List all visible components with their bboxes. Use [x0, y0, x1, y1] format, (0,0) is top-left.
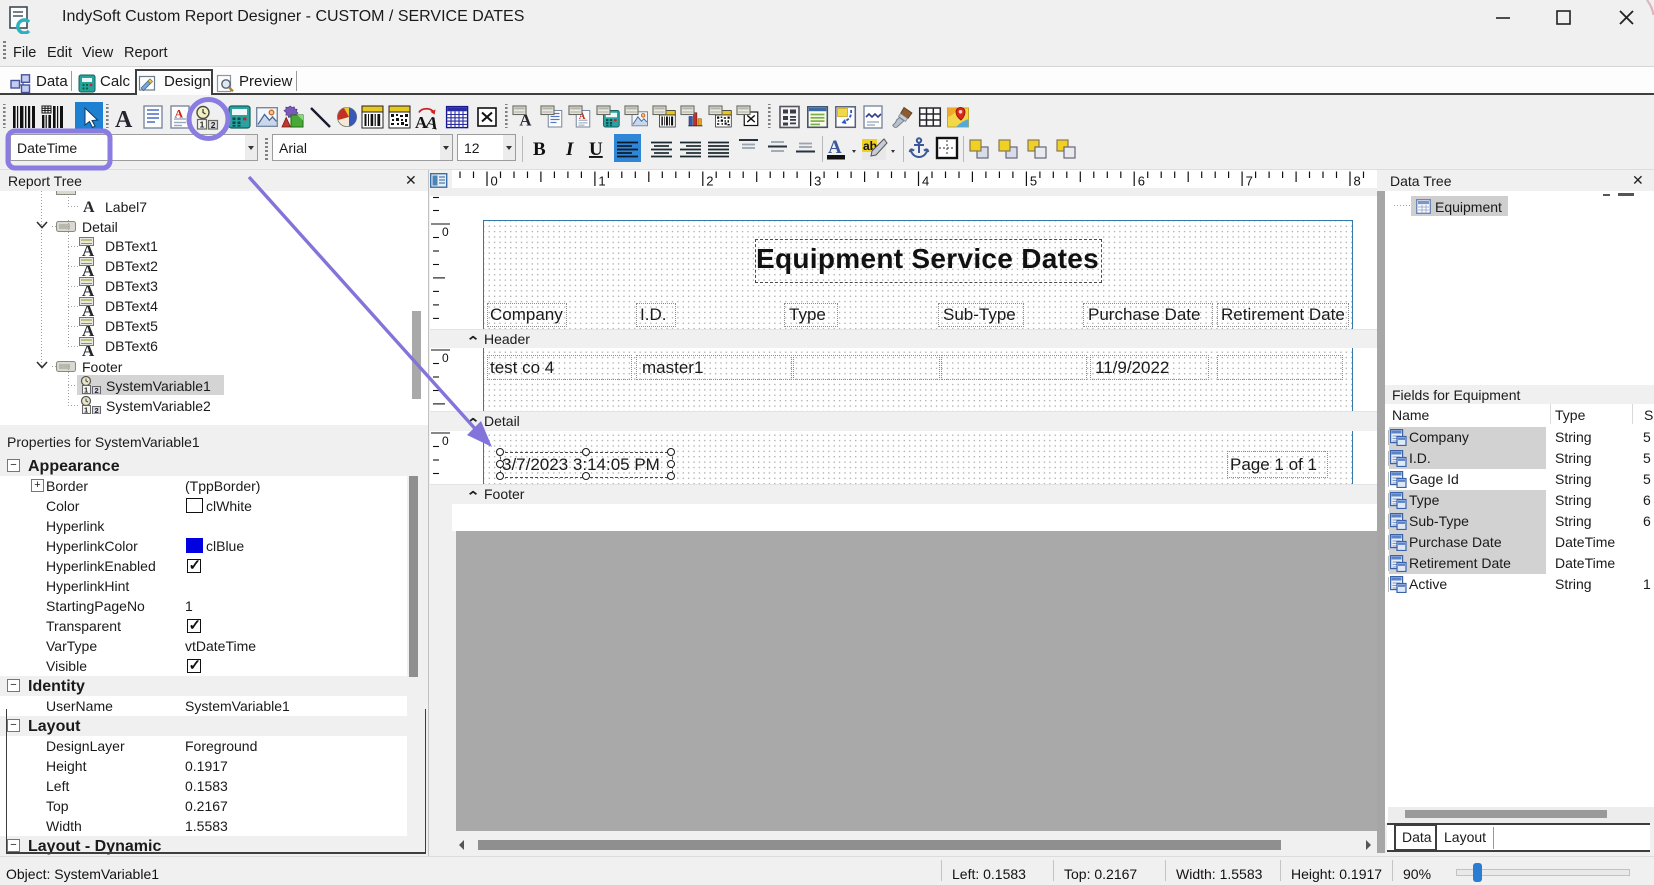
svg-text:5: 5: [1030, 174, 1037, 189]
svg-text:0: 0: [442, 225, 449, 239]
svg-text:0: 0: [442, 434, 449, 448]
svg-text:U: U: [589, 139, 603, 160]
svg-text:A: A: [83, 199, 95, 214]
svg-text:B: B: [533, 139, 546, 160]
svg-text:8: 8: [1354, 174, 1361, 189]
svg-text:3: 3: [814, 174, 821, 189]
svg-text:A: A: [828, 137, 842, 158]
svg-text:1: 1: [84, 406, 88, 414]
svg-text:I: I: [565, 139, 574, 160]
svg-text:2: 2: [706, 174, 713, 189]
svg-text:1: 1: [84, 386, 88, 394]
svg-text:1: 1: [598, 174, 605, 189]
svg-text:6: 6: [1138, 174, 1145, 189]
svg-text:4: 4: [922, 174, 929, 189]
svg-text:2: 2: [95, 406, 99, 414]
svg-text:7: 7: [1246, 174, 1253, 189]
svg-text:0: 0: [491, 174, 498, 189]
svg-text:0: 0: [442, 351, 449, 365]
svg-text:2: 2: [95, 386, 99, 394]
